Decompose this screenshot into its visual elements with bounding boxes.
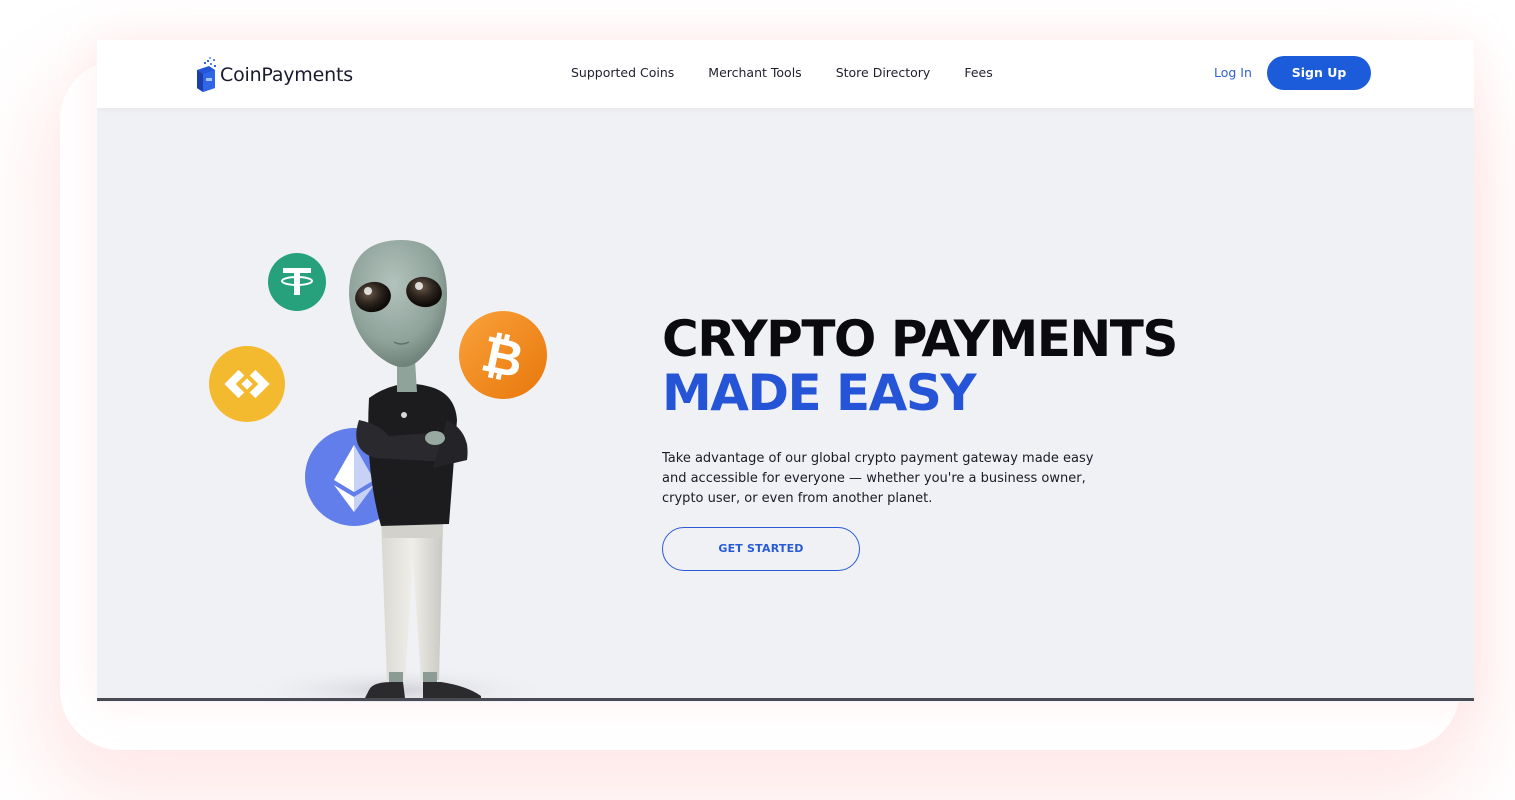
login-link[interactable]: Log In [1214,65,1252,80]
binance-coin-icon [209,346,285,422]
page: CoinPayments Supported Coins Merchant To… [0,0,1515,800]
section-divider [97,698,1474,701]
nav-item-store-directory[interactable]: Store Directory [836,65,931,80]
nav-item-merchant-tools[interactable]: Merchant Tools [708,65,801,80]
nav-item-fees[interactable]: Fees [964,65,992,80]
get-started-button[interactable]: GET STARTED [662,527,860,571]
signup-button[interactable]: Sign Up [1267,56,1371,90]
hero-title-line2: MADE EASY [662,364,977,422]
nav-item-supported-coins[interactable]: Supported Coins [571,65,674,80]
hero-title-line1: CRYPTO PAYMENTS [662,310,1178,368]
site-header: CoinPayments Supported Coins Merchant To… [97,40,1474,108]
coinpayments-logo-icon [197,57,216,92]
tether-coin-icon [268,253,326,311]
hero-title: CRYPTO PAYMENTS MADE EASY [662,310,1178,422]
bitcoin-coin-icon: ₿ [459,311,547,399]
logo-text: CoinPayments [220,64,353,86]
main-nav: Supported Coins Merchant Tools Store Dir… [571,65,993,80]
logo[interactable]: CoinPayments [195,56,353,94]
hero-description: Take advantage of our global crypto paym… [662,451,1094,506]
website-frame: CoinPayments Supported Coins Merchant To… [97,40,1474,702]
